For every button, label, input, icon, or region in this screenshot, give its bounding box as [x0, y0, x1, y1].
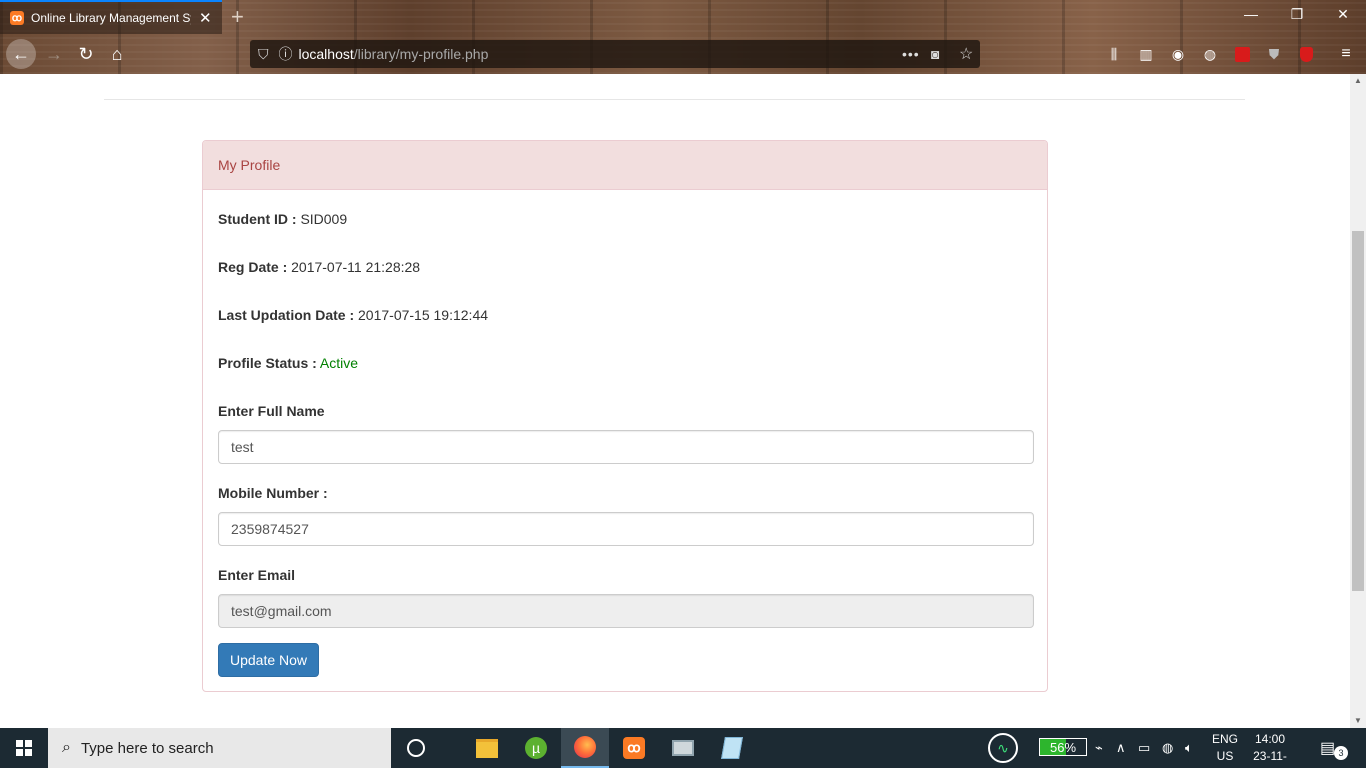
menu-icon[interactable]: ≡ [1336, 44, 1356, 64]
start-button[interactable] [0, 728, 48, 768]
scroll-thumb[interactable] [1352, 231, 1364, 591]
browser-chrome: ꝏ Online Library Management System ✕ + —… [0, 0, 1366, 74]
xampp-icon: ꝏ [10, 11, 24, 25]
full-name-label: Enter Full Name [218, 403, 325, 419]
windows-icon [16, 740, 32, 756]
library-icon[interactable]: ⫼ [1104, 44, 1124, 64]
language-code: ENG [1211, 732, 1238, 746]
action-center-button[interactable]: ▤ 3 [1318, 736, 1348, 760]
network-globe-icon[interactable]: ◍ [1162, 728, 1173, 768]
utorrent-icon[interactable]: µ [512, 728, 560, 768]
file-explorer-icon[interactable] [463, 728, 511, 768]
battery-percent: 56% [1049, 739, 1077, 755]
last-update-value: 2017-07-15 19:12:44 [358, 307, 489, 323]
adblock-icon[interactable] [1296, 44, 1316, 64]
globe-icon[interactable]: ◍ [1200, 44, 1220, 64]
reload-button[interactable]: ↻ [72, 40, 100, 68]
divider [104, 99, 1245, 100]
xampp-icon[interactable]: ꝏ [610, 728, 658, 768]
last-update-row: Last Updation Date : 2017-07-15 19:12:44 [218, 307, 488, 323]
firefox-icon[interactable] [561, 728, 609, 768]
clock-date: 23-11-2019 [1253, 749, 1287, 780]
scroll-down-icon[interactable]: ▼ [1350, 714, 1366, 728]
volume-icon[interactable]: 🔈︎ [1185, 728, 1193, 768]
sidebar-icon[interactable]: ▥ [1136, 44, 1156, 64]
panel-heading: My Profile [203, 141, 1047, 190]
battery-indicator[interactable]: 56% [1039, 738, 1087, 756]
pocket-icon[interactable]: ◙ [931, 46, 939, 62]
shield-icon[interactable]: ⛉ [258, 46, 269, 63]
student-id-value: SID009 [300, 211, 348, 227]
mobile-input[interactable] [218, 512, 1034, 546]
close-tab-icon[interactable]: ✕ [199, 9, 212, 27]
keyboard-layout: US [1216, 749, 1234, 763]
privacy-shield-icon[interactable]: ⛊ [1264, 44, 1284, 64]
language-indicator[interactable]: ENG US [1210, 731, 1240, 765]
chevron-up-icon[interactable]: ∧ [1116, 728, 1126, 768]
page-actions-icon[interactable]: ••• [902, 46, 920, 62]
browser-tab[interactable]: ꝏ Online Library Management System ✕ [0, 0, 222, 34]
close-window-button[interactable]: ✕ [1333, 6, 1353, 23]
cortana-icon [407, 739, 425, 757]
search-icon: ⌕ [62, 739, 71, 756]
home-icon: ⌂ [111, 43, 123, 64]
arrow-right-icon: → [45, 43, 63, 64]
url-bar[interactable]: ⛉ ⓘ localhost/library/my-profile.php •••… [250, 40, 980, 68]
activity-monitor-icon[interactable]: ∿ [988, 728, 1018, 768]
minimize-button[interactable]: — [1241, 6, 1261, 22]
arrow-left-icon: ← [12, 43, 30, 64]
email-input[interactable] [218, 594, 1034, 628]
profile-panel: My Profile Student ID : SID009 Reg Date … [202, 140, 1048, 692]
student-id-row: Student ID : SID009 [218, 211, 347, 227]
reg-date-value: 2017-07-11 21:28:28 [291, 259, 421, 275]
page-scrollbar[interactable]: ▲ ▼ [1350, 74, 1366, 728]
email-label: Enter Email [218, 567, 296, 583]
notes-icon[interactable] [708, 728, 756, 768]
tab-title: Online Library Management System [31, 11, 191, 25]
profile-status-label: Profile Status : [218, 355, 317, 371]
reg-date-label: Reg Date : [218, 259, 288, 275]
search-placeholder: Type here to search [80, 739, 214, 757]
clock-time: 14:00 [1254, 732, 1286, 746]
profile-status-row: Profile Status : Active [218, 355, 358, 371]
account-icon[interactable]: ◉ [1168, 44, 1188, 64]
full-name-input[interactable] [218, 430, 1034, 464]
mobile-label: Mobile Number : [218, 485, 328, 501]
display-icon[interactable]: ▭ [1138, 728, 1150, 768]
notification-icon: ▤ [1320, 740, 1336, 757]
new-tab-button[interactable]: + [231, 4, 244, 30]
network-monitor-icon[interactable] [659, 728, 707, 768]
back-button[interactable]: ← [6, 39, 36, 69]
forward-button[interactable]: → [40, 40, 68, 68]
power-icon[interactable]: ⌁ [1095, 728, 1103, 768]
taskbar: ⌕ Type here to search µ ꝏ ∿ 56% ⌁ ∧ ▭ ◍ … [0, 728, 1366, 780]
bookmark-star-icon[interactable]: ☆ [959, 44, 973, 64]
clock[interactable]: 14:00 23-11-2019 [1240, 731, 1300, 782]
update-now-button[interactable]: Update Now [218, 643, 319, 677]
reg-date-row: Reg Date : 2017-07-11 21:28:28 [218, 259, 420, 275]
extension-red-icon[interactable] [1232, 44, 1252, 64]
scroll-up-icon[interactable]: ▲ [1350, 74, 1366, 88]
profile-status-value: Active [319, 355, 359, 371]
home-button[interactable]: ⌂ [103, 40, 131, 68]
notification-count: 3 [1334, 746, 1348, 760]
taskbar-search[interactable]: ⌕ Type here to search [48, 728, 391, 768]
url-host: localhost [298, 46, 354, 62]
student-id-label: Student ID : [218, 211, 297, 227]
page-content: My Profile Student ID : SID009 Reg Date … [0, 74, 1350, 728]
reload-icon: ↻ [78, 43, 94, 64]
cortana-button[interactable] [392, 728, 440, 768]
url-text[interactable]: localhost/library/my-profile.php [299, 46, 489, 62]
restore-button[interactable]: ❐ [1287, 6, 1307, 23]
url-path: /library/my-profile.php [353, 46, 489, 62]
info-icon[interactable]: ⓘ [279, 44, 293, 64]
last-update-label: Last Updation Date : [218, 307, 355, 323]
